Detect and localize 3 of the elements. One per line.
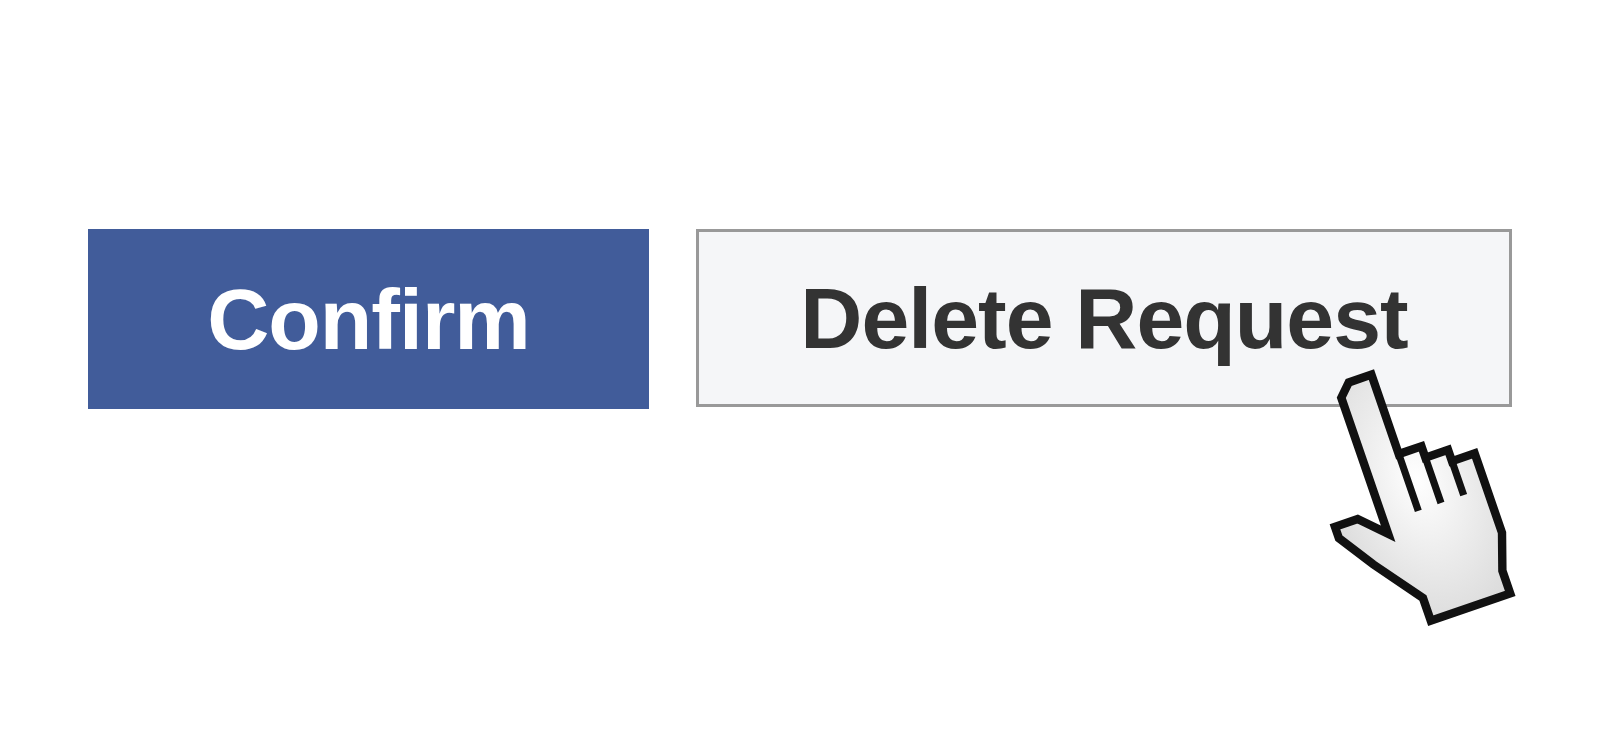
delete-button[interactable]: Delete Request xyxy=(696,229,1512,407)
hand-cursor-icon xyxy=(1329,369,1516,627)
confirm-button[interactable]: Confirm xyxy=(88,229,649,409)
